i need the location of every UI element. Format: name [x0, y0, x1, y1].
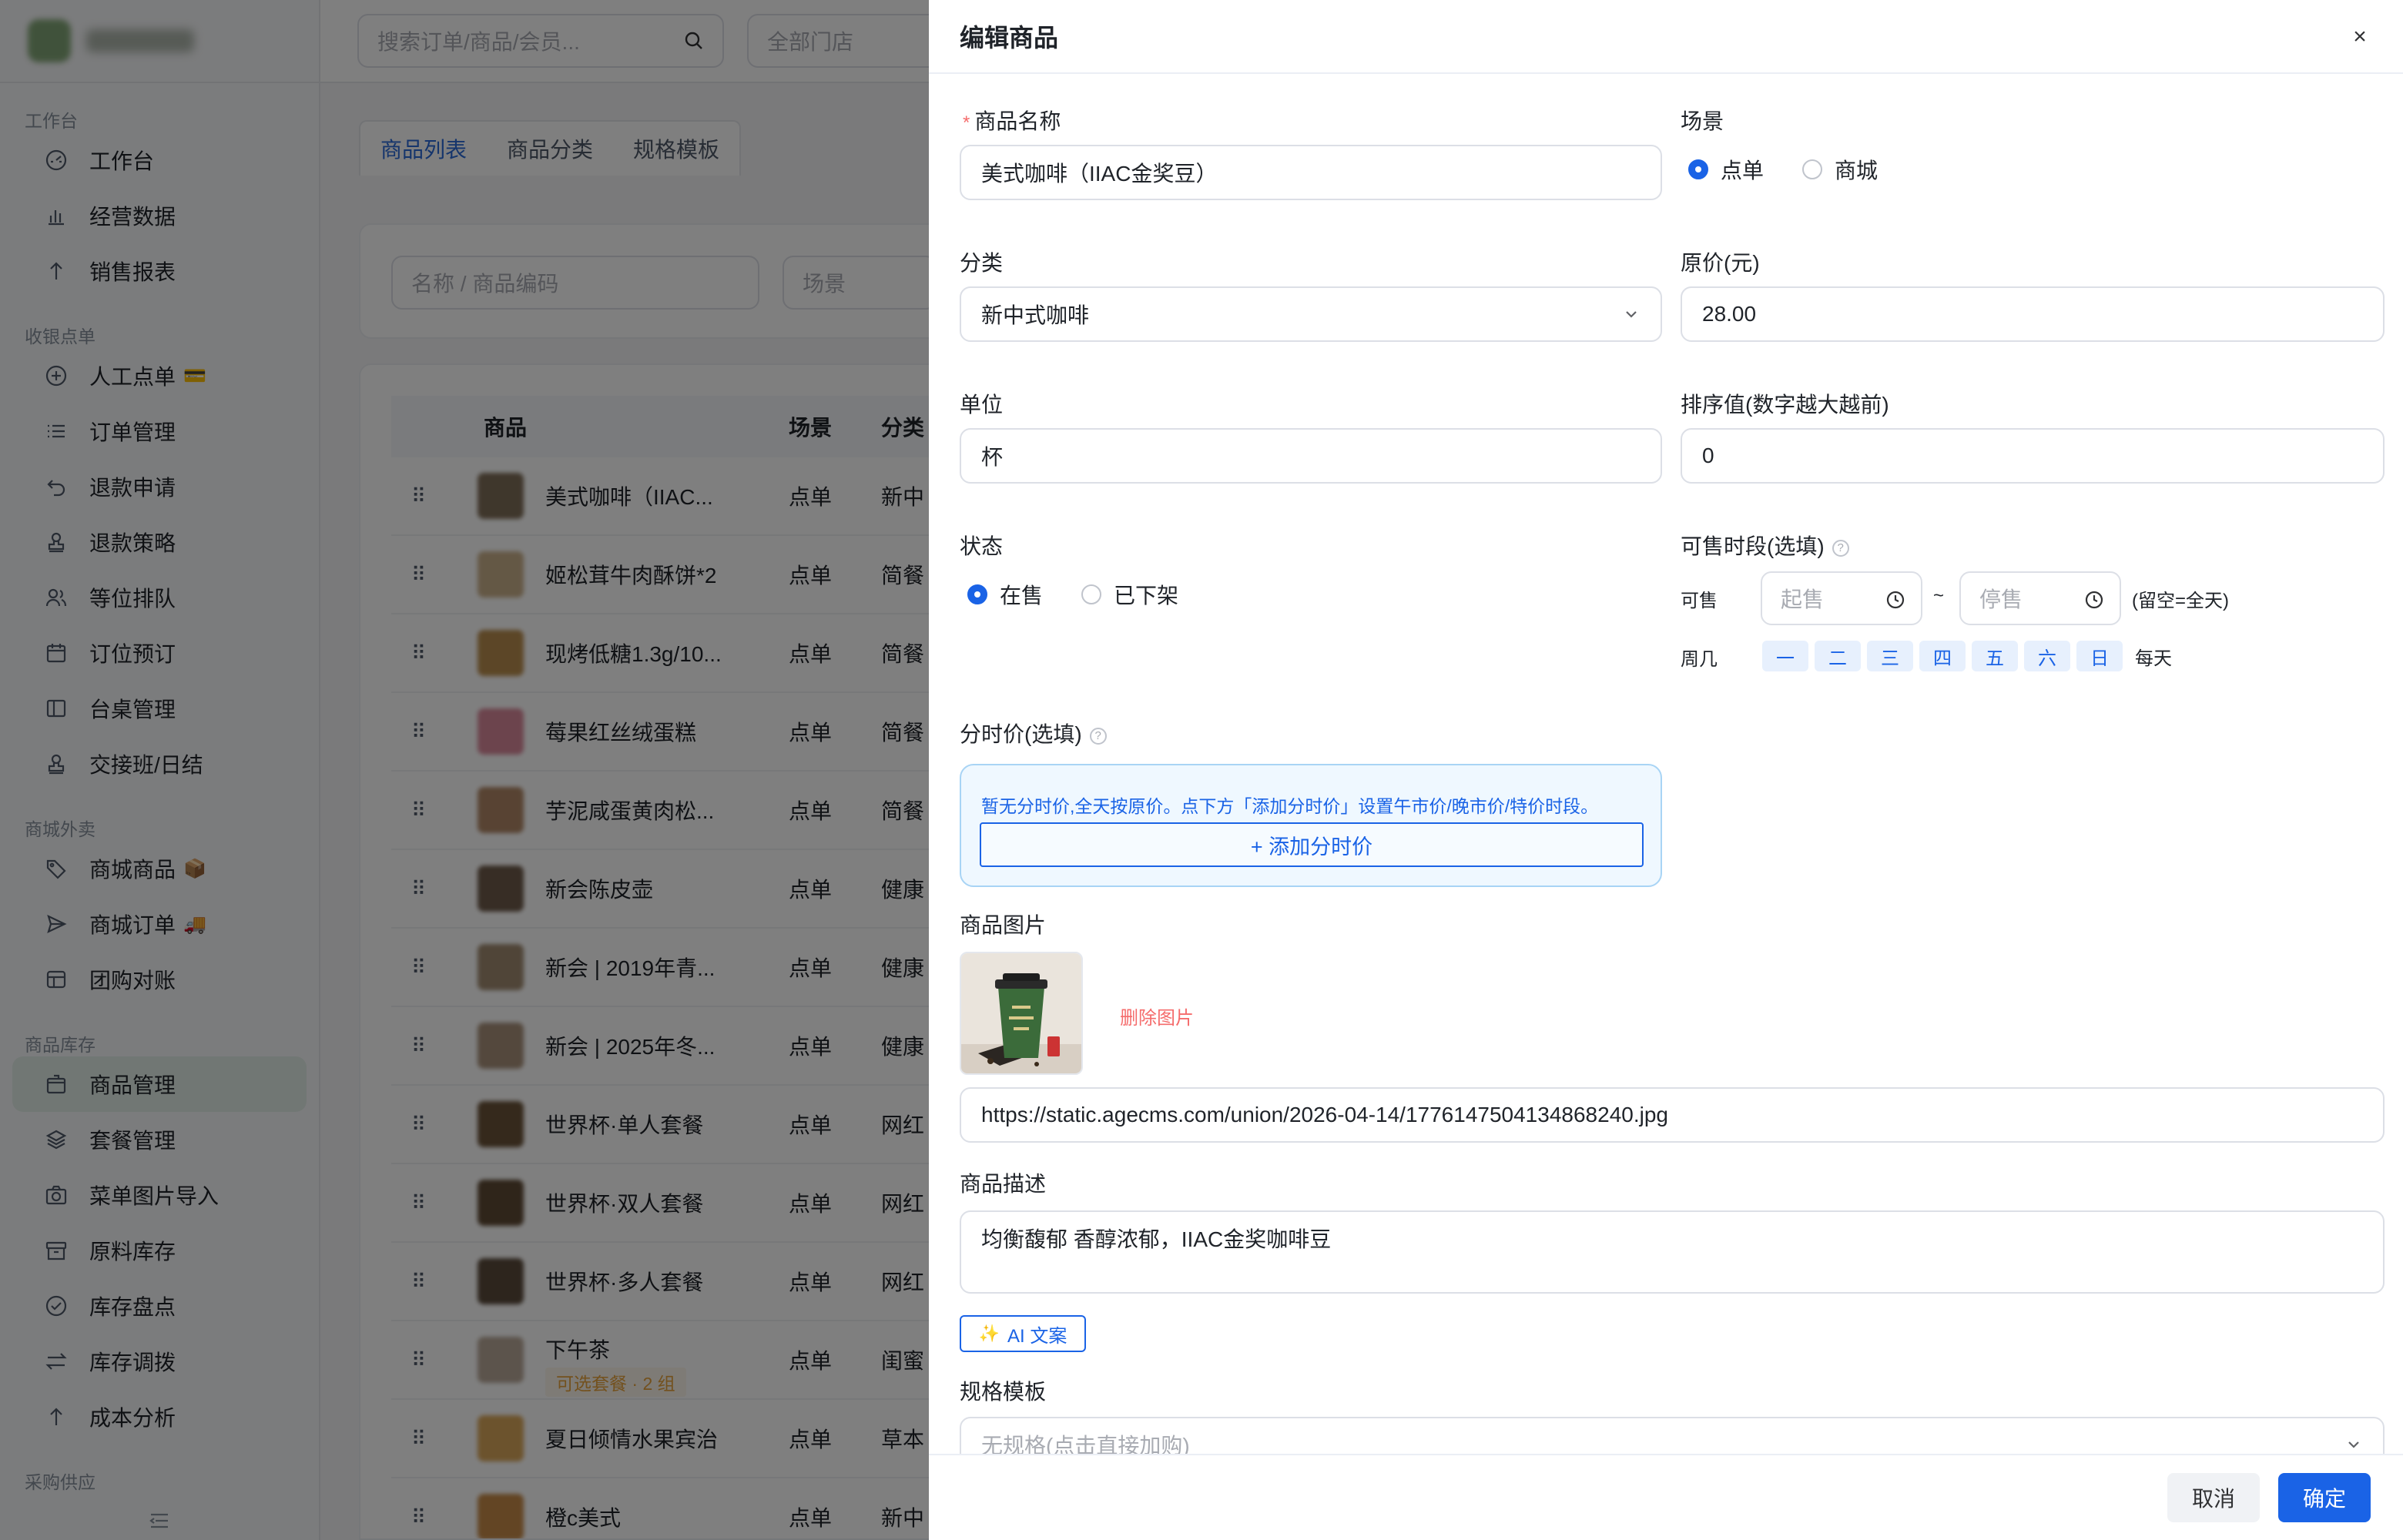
- radio-dot: [1688, 159, 1708, 179]
- spec-template-label: 规格模板: [960, 1380, 1047, 1404]
- time-price-info-box: 暂无分时价,全天按原价。点下方「添加分时价」设置午市价/晚市价/特价时段。 + …: [960, 764, 1662, 887]
- status-radio-on-sale[interactable]: 在售: [967, 579, 1043, 610]
- status-radio-off-shelf[interactable]: 已下架: [1081, 579, 1178, 610]
- drawer-body: * 商品名称 美式咖啡（IIAC金奖豆） 场景 点单 商城 分类 新中式咖啡 原价…: [929, 74, 2403, 1454]
- clock-icon: [2085, 591, 2103, 609]
- confirm-button[interactable]: 确定: [2277, 1473, 2371, 1522]
- product-name-input[interactable]: 美式咖啡（IIAC金奖豆）: [960, 145, 1662, 200]
- radio-label: 点单: [1721, 159, 1765, 182]
- weekday-button[interactable]: 二: [1815, 641, 1861, 671]
- sale-time-label-text: 可售时段(选填): [1681, 534, 1825, 558]
- drawer-title: 编辑商品: [960, 24, 1059, 52]
- image-url-value: https://static.agecms.com/union/2026-04-…: [981, 1103, 1668, 1127]
- required-mark: *: [963, 112, 970, 133]
- sort-label: 排序值(数字越大越前): [1681, 393, 1889, 417]
- unit-label: 单位: [960, 393, 1004, 417]
- chevron-down-icon: [1626, 311, 1637, 318]
- sort-value: 0: [1702, 444, 1714, 467]
- radio-dot: [1081, 584, 1102, 604]
- coffee-cup-image: [961, 953, 1081, 1073]
- weekday-selector: 一二三四五六日 每天: [1762, 641, 2172, 671]
- help-icon[interactable]: ?: [1089, 727, 1107, 745]
- status-label: 状态: [960, 534, 1004, 558]
- product-image-label: 商品图片: [960, 913, 1047, 937]
- ai-copywriting-button[interactable]: ✨ AI 文案: [960, 1315, 1086, 1352]
- time-price-info-text: 暂无分时价,全天按原价。点下方「添加分时价」设置午市价/晚市价/特价时段。: [981, 796, 1599, 816]
- modal-overlay[interactable]: [0, 0, 929, 1540]
- product-name-label-text: 商品名称: [974, 109, 1061, 133]
- radio-label: 已下架: [1114, 584, 1179, 608]
- spec-template-select[interactable]: 无规格(点击直接加购): [960, 1417, 2385, 1454]
- price-value: 28.00: [1702, 302, 1757, 326]
- radio-dot: [967, 584, 987, 604]
- status-radio-group: 在售 已下架: [967, 579, 1217, 610]
- drawer-footer: 取消 确定: [929, 1454, 2403, 1540]
- close-icon[interactable]: ×: [2344, 22, 2375, 52]
- scene-radio-mall[interactable]: 商城: [1802, 154, 1878, 185]
- weekday-button[interactable]: 三: [1867, 641, 1913, 671]
- weekday-label: 周几: [1681, 649, 1718, 670]
- description-value: 均衡馥郁 香醇浓郁，IIAC金奖咖啡豆: [981, 1227, 1332, 1251]
- sale-time-row-label: 可售: [1681, 591, 1718, 611]
- scene-radio-group: 点单 商城: [1688, 154, 1916, 185]
- all-day-hint: (留空=全天): [2132, 591, 2229, 611]
- category-label: 分类: [960, 251, 1004, 275]
- price-label: 原价(元): [1681, 251, 1760, 275]
- description-textarea[interactable]: 均衡馥郁 香醇浓郁，IIAC金奖咖啡豆: [960, 1210, 2385, 1294]
- time-price-label: 分时价(选填)?: [960, 718, 1107, 748]
- unit-input[interactable]: 杯: [960, 428, 1662, 484]
- weekday-button[interactable]: 六: [2024, 641, 2070, 671]
- scene-radio-order[interactable]: 点单: [1688, 154, 1764, 185]
- weekday-button[interactable]: 五: [1972, 641, 2018, 671]
- chevron-down-icon: [2348, 1441, 2359, 1448]
- price-input[interactable]: 28.00: [1681, 286, 2385, 342]
- category-value: 新中式咖啡: [981, 303, 1090, 327]
- sale-end-time-input[interactable]: 停售: [1959, 571, 2121, 625]
- time-price-label-text: 分时价(选填): [960, 722, 1082, 746]
- sort-input[interactable]: 0: [1681, 428, 2385, 484]
- add-time-price-button[interactable]: + 添加分时价: [980, 822, 1644, 867]
- category-select[interactable]: 新中式咖啡: [960, 286, 1662, 342]
- sparkle-icon: ✨: [978, 1324, 1000, 1343]
- spec-template-placeholder: 无规格(点击直接加购): [981, 1434, 1190, 1454]
- ai-button-label: AI 文案: [1007, 1325, 1067, 1347]
- unit-value: 杯: [981, 445, 1004, 469]
- clock-icon: [1886, 591, 1905, 609]
- radio-label: 商城: [1835, 159, 1878, 182]
- time-separator: ~: [1933, 585, 1945, 606]
- product-name-label: * 商品名称: [963, 105, 1061, 136]
- product-image-thumbnail[interactable]: [960, 952, 1083, 1075]
- image-url-input[interactable]: https://static.agecms.com/union/2026-04-…: [960, 1087, 2385, 1143]
- end-time-placeholder: 停售: [1979, 588, 2023, 611]
- radio-label: 在售: [1000, 584, 1044, 608]
- sale-time-label: 可售时段(选填)?: [1681, 530, 1849, 561]
- weekday-button[interactable]: 一: [1762, 641, 1808, 671]
- cancel-button[interactable]: 取消: [2167, 1473, 2260, 1522]
- drawer-header: 编辑商品 ×: [929, 0, 2403, 74]
- help-icon[interactable]: ?: [1832, 539, 1849, 557]
- weekday-buttons: 一二三四五六日: [1762, 641, 2129, 671]
- everyday-label[interactable]: 每天: [2135, 643, 2172, 670]
- description-label: 商品描述: [960, 1172, 1047, 1196]
- sale-start-time-input[interactable]: 起售: [1761, 571, 1922, 625]
- radio-dot: [1802, 159, 1823, 179]
- scene-label: 场景: [1681, 109, 1724, 133]
- edit-product-drawer: 编辑商品 × * 商品名称 美式咖啡（IIAC金奖豆） 场景 点单 商城 分类 新…: [929, 0, 2403, 1540]
- weekday-button[interactable]: 四: [1919, 641, 1966, 671]
- product-name-value: 美式咖啡（IIAC金奖豆）: [981, 162, 1218, 186]
- weekday-button[interactable]: 日: [2076, 641, 2123, 671]
- delete-image-link[interactable]: 删除图片: [1120, 1003, 1194, 1029]
- start-time-placeholder: 起售: [1781, 588, 1825, 611]
